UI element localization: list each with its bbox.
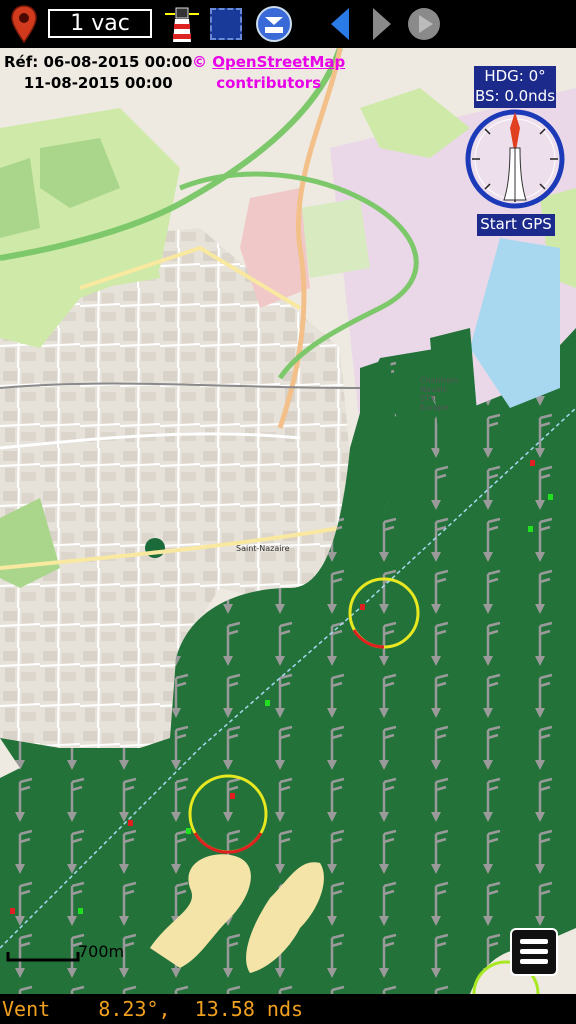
ref-end: 11-08-2015 00:00 bbox=[23, 74, 173, 92]
reference-dates: Réf: 06-08-2015 00:00 11-08-2015 00:00 bbox=[4, 52, 192, 94]
compass-rose-icon bbox=[464, 108, 566, 210]
place-label: Saint-Nazaire bbox=[236, 544, 290, 553]
map-credit: © OpenStreetMap contributors bbox=[192, 52, 345, 94]
heading-readout: HDG: 0° bbox=[474, 66, 556, 88]
credit-line2: contributors bbox=[216, 74, 322, 92]
scale-label: 700m bbox=[78, 942, 125, 961]
time-step-selector[interactable]: 1 vac bbox=[48, 9, 152, 38]
boat-speed-readout: BS: 0.0nds bbox=[474, 86, 556, 108]
play-icon[interactable] bbox=[404, 4, 444, 44]
arrow-right-icon[interactable] bbox=[368, 4, 398, 44]
wind-status: Vent 8.23°, 13.58 nds bbox=[0, 994, 576, 1024]
vac-label: 1 vac bbox=[70, 11, 130, 36]
location-pin-icon[interactable] bbox=[6, 4, 42, 44]
arrow-left-icon[interactable] bbox=[324, 4, 354, 44]
osm-link[interactable]: OpenStreetMap bbox=[212, 53, 345, 71]
lighthouse-icon[interactable] bbox=[162, 4, 202, 44]
top-toolbar: 1 vac bbox=[0, 0, 576, 48]
ref-start: Réf: 06-08-2015 00:00 bbox=[4, 53, 193, 71]
selection-square-icon[interactable] bbox=[206, 4, 246, 44]
menu-icon[interactable] bbox=[510, 928, 558, 976]
start-gps-button[interactable]: Start GPS bbox=[477, 214, 555, 236]
place-label: Chantiers Navals STX Europe bbox=[420, 376, 459, 412]
download-icon[interactable] bbox=[254, 4, 294, 44]
copyright-symbol: © bbox=[192, 53, 207, 71]
